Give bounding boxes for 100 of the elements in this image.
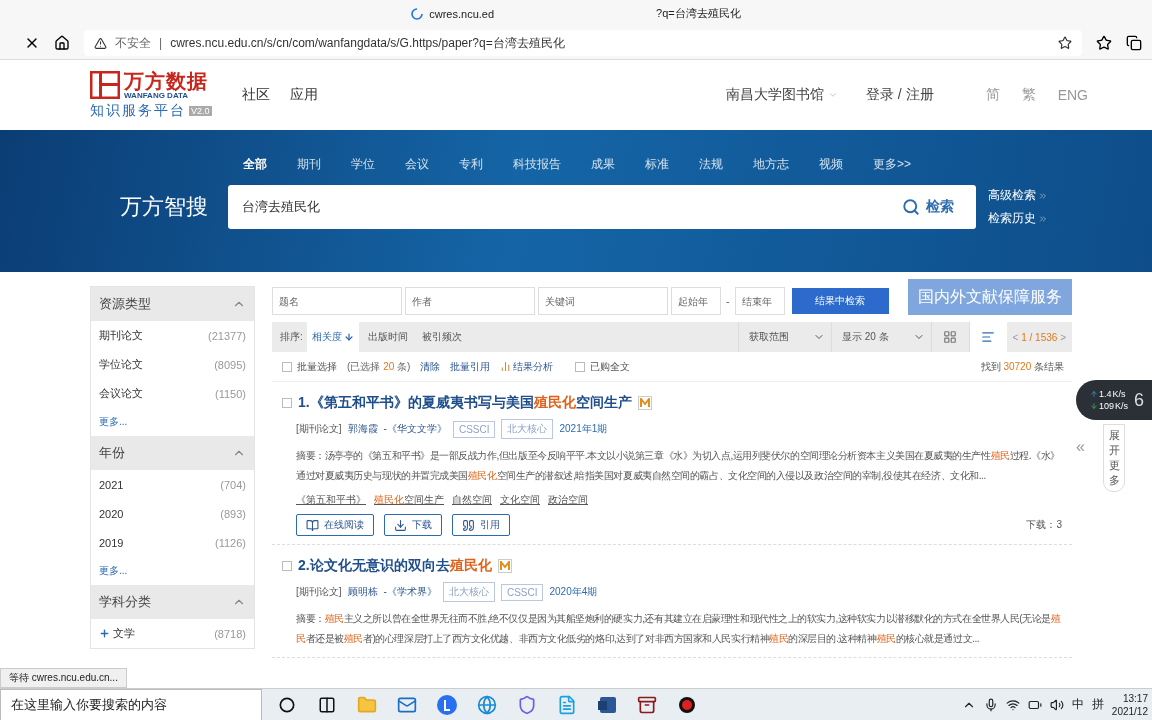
sort-label: 排序: [279, 330, 304, 344]
network-icon[interactable] [1005, 697, 1020, 712]
clear-link[interactable]: 清除 [420, 359, 441, 374]
upload-speed: 1.4 [1099, 389, 1112, 399]
filter-item[interactable]: 2019 (1126) [91, 528, 254, 557]
filter-item[interactable]: 文学 (8718) [91, 619, 254, 648]
analysis-link[interactable]: 结果分析 [500, 359, 554, 374]
favorites-icon[interactable] [1096, 35, 1112, 52]
document-icon[interactable] [597, 694, 617, 715]
category-tab[interactable]: 视频 [819, 156, 843, 173]
address-bar[interactable]: 不安全 | cwres.ncu.edu.cn/s/cn/com/wanfangdata/s/G.https/paper?q=台湾去殖民化 [84, 30, 1082, 57]
index-tag: CSSCI [500, 583, 544, 601]
expand-more-tab[interactable]: 展开更多 [1103, 424, 1125, 492]
filter-item[interactable]: 2021 (704) [91, 470, 254, 499]
keyword-link[interactable]: 自然空间 [452, 493, 492, 507]
keyword-link[interactable]: 政治空间 [548, 493, 588, 507]
result-title[interactable]: 2.论文化无意识的双向去殖民化 [298, 557, 492, 575]
grid-icon [943, 330, 958, 344]
archive-icon[interactable] [637, 694, 657, 715]
mic-icon[interactable] [983, 697, 998, 712]
ime-indicator[interactable]: 中 [1071, 696, 1084, 713]
filter-item[interactable]: 期刊论文 (21377) [91, 321, 254, 350]
chevrons-icon [1038, 190, 1048, 201]
sort-option[interactable]: 被引频次 [416, 322, 467, 352]
speed-unit: K/s [1115, 401, 1129, 411]
letter-l-icon[interactable] [437, 694, 457, 715]
filter-field[interactable]: 结束年 [734, 287, 785, 315]
warning-icon [94, 36, 107, 50]
action-button[interactable]: 引用 [452, 514, 510, 536]
category-tab[interactable]: 全部 [243, 156, 267, 173]
search-link[interactable]: 高级检索 [988, 187, 1048, 204]
range-dropdown[interactable]: 获取范围 [737, 322, 831, 352]
category-tab[interactable]: 会议 [405, 156, 429, 173]
sort-option[interactable]: 出版时间 [362, 322, 413, 352]
platform-name: 知识服务平台 [90, 101, 186, 120]
volume-icon[interactable] [1049, 697, 1064, 712]
browser-icon[interactable] [477, 694, 497, 715]
filter-field[interactable]: 起始年 [671, 287, 721, 315]
separator: | [159, 36, 163, 51]
filter-section-header[interactable]: 学科分类 [91, 585, 254, 619]
keyword-link[interactable]: 《第五和平书》 [296, 493, 366, 507]
journal-link[interactable]: -《学术界》 [383, 585, 437, 599]
home-icon[interactable] [54, 35, 70, 52]
filter-item[interactable]: 学位论文 (8095) [91, 350, 254, 379]
result-checkbox[interactable] [282, 398, 292, 408]
action-button[interactable]: 下载 [384, 514, 442, 536]
login-link[interactable]: 登录 / 注册 [866, 86, 934, 104]
nav-link[interactable]: 社区 [242, 86, 270, 104]
author-link[interactable]: 郭海霞 [347, 422, 378, 436]
sort-option[interactable]: 相关度 [306, 322, 359, 352]
category-tab[interactable]: 地方志 [753, 156, 789, 173]
task-view-icon[interactable] [318, 695, 336, 714]
taskbar-search-field[interactable]: 在这里输入你要搜索的内容 [0, 688, 262, 720]
speed-unit: K/s [1112, 389, 1126, 399]
journal-link[interactable]: -《华文文学》 [383, 422, 447, 436]
search-field[interactable]: 台湾去殖民化 检索 [228, 185, 976, 229]
batch-select-checkbox[interactable]: 批量选择 [282, 359, 337, 374]
filter-section-header[interactable]: 年份 [91, 436, 254, 470]
filter-field[interactable]: 作者 [405, 287, 535, 315]
result-checkbox[interactable] [282, 561, 292, 571]
search-button[interactable]: 检索 [902, 198, 954, 216]
arrow-down-icon [343, 332, 354, 342]
filter-field[interactable]: 题名 [272, 287, 402, 315]
batch-cite-link[interactable]: 批量引用 [450, 359, 491, 374]
keyword-link[interactable]: 殖民化空间生产 [374, 493, 444, 507]
filter-item[interactable]: 2020 (893) [91, 499, 254, 528]
keyword-link[interactable]: 文化空间 [500, 493, 540, 507]
clock[interactable]: 13:17 2021/12 [1111, 691, 1148, 718]
page-size-dropdown[interactable]: 显示 20 条 [830, 322, 931, 352]
issue-link[interactable]: 2021年1期 [559, 422, 608, 436]
filter-item[interactable]: 会议论文 (1150) [91, 379, 254, 408]
issue-link[interactable]: 2020年4期 [549, 585, 598, 599]
document-type: [期刊论文] [296, 585, 342, 599]
category-tab[interactable]: 成果 [591, 156, 615, 173]
purchased-checkbox[interactable]: 已购全文 [575, 359, 631, 374]
category-tab[interactable]: 期刊 [297, 156, 321, 173]
filter-field[interactable]: 关键词 [538, 287, 668, 315]
library-link[interactable]: 南昌大学图书馆 [726, 86, 838, 104]
nav-link[interactable]: 应用 [290, 86, 318, 104]
more-link[interactable]: 更多... [91, 557, 254, 585]
more-link[interactable]: 更多... [91, 408, 254, 436]
category-tab[interactable]: 科技报告 [513, 156, 561, 173]
logo-text: 万方数据 [124, 70, 208, 91]
result-title[interactable]: 1.《第五和平书》的夏威夷书写与美国殖民化空间生产 [298, 394, 632, 412]
star-icon[interactable] [1058, 36, 1072, 51]
collections-icon[interactable] [1126, 35, 1142, 52]
shield-icon[interactable] [517, 694, 537, 715]
category-tab[interactable]: 标准 [645, 156, 669, 173]
category-tab[interactable]: 专利 [459, 156, 483, 173]
search-link[interactable]: 检索历史 [988, 210, 1048, 227]
ime-mode[interactable]: 拼 [1091, 696, 1104, 713]
category-tab[interactable]: 更多>> [873, 156, 911, 173]
author-link[interactable]: 顾明栋 [347, 585, 378, 599]
category-tab[interactable]: 学位 [351, 156, 375, 173]
circle-icon[interactable] [279, 696, 295, 713]
category-tab[interactable]: 法规 [699, 156, 723, 173]
record-icon[interactable] [678, 695, 696, 714]
filter-section-header[interactable]: 资源类型 [91, 287, 254, 321]
action-button[interactable]: 在线阅读 [296, 514, 374, 536]
filter-submit-button[interactable]: 结果中检索 [791, 288, 889, 314]
